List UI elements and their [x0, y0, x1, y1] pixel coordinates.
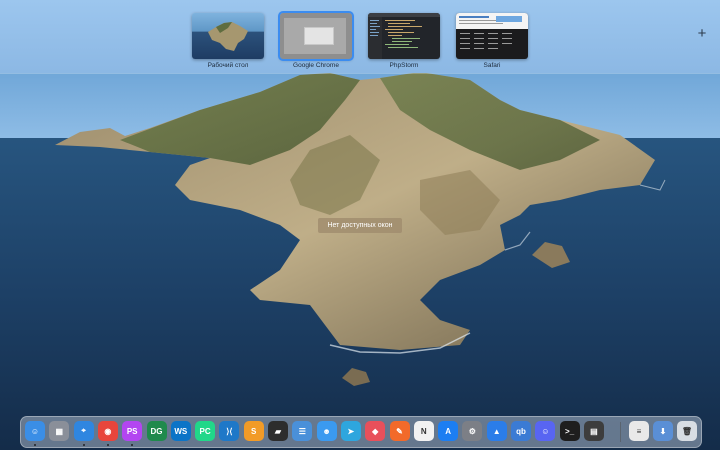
space-desktop-label: Рабочий стол	[207, 62, 249, 69]
space-desktop-thumbnail-art	[208, 22, 248, 51]
phpstorm-window-preview	[368, 13, 440, 59]
space-desktop[interactable]: Рабочий стол	[192, 13, 264, 69]
pycharm-icon[interactable]: PC	[195, 421, 216, 441]
discord-icon[interactable]: ☺	[535, 421, 556, 441]
space-phpstorm[interactable]: PhpStorm	[368, 13, 440, 69]
shortcuts-icon[interactable]: ◆	[365, 421, 386, 441]
terminal-icon[interactable]: >_	[559, 421, 580, 441]
testflight-icon[interactable]: ▲	[486, 421, 507, 441]
telegram-icon[interactable]: ➤	[340, 421, 361, 441]
mission-control-spaces-bar: Рабочий стол Google Chrome PhpStorm Safa…	[0, 0, 720, 73]
finder-icon[interactable]: ☺	[25, 421, 45, 441]
no-windows-message: Нет доступных окон	[318, 218, 402, 233]
space-phpstorm-thumbnail[interactable]	[368, 13, 440, 59]
space-google-chrome-thumbnail[interactable]	[278, 11, 354, 61]
space-safari-label: Safari	[483, 62, 501, 69]
calculator-icon[interactable]: ▤	[583, 421, 604, 441]
add-space-button[interactable]: +	[695, 26, 709, 41]
space-desktop-thumbnail[interactable]	[192, 13, 264, 59]
downloads-icon[interactable]: ⬇	[653, 421, 673, 441]
space-google-chrome-label: Google Chrome	[293, 62, 339, 69]
phpstorm-icon[interactable]: PS	[122, 421, 143, 441]
running-indicator	[82, 444, 85, 446]
system-preferences-icon[interactable]: ⚙	[462, 421, 483, 441]
chrome-dialog-preview	[304, 27, 334, 45]
datagrip-icon[interactable]: DG	[146, 421, 167, 441]
webstorm-icon[interactable]: WS	[170, 421, 191, 441]
running-indicator	[106, 444, 109, 446]
running-indicator	[34, 444, 36, 446]
sublime-icon[interactable]: S	[243, 421, 264, 441]
space-safari[interactable]: Safari	[456, 13, 528, 69]
dock: ☺ ▦ ⌖ ◉ PS DG WS PC ⟩⟨ S ▰ ☰ ☻ ➤ ◆ ✎ N A ⚙ ▲ qb ☺ >_ ▤ ≡ ⬇ 🗑	[20, 416, 702, 448]
dock-separator	[620, 422, 621, 442]
space-phpstorm-label: PhpStorm	[389, 62, 419, 69]
chrome-icon[interactable]: ◉	[97, 421, 118, 441]
app-store-icon[interactable]: A	[438, 421, 459, 441]
terminal-app-icon[interactable]: ▰	[268, 421, 288, 441]
qbittorrent-icon[interactable]: qb	[511, 421, 531, 441]
safari-icon[interactable]: ⌖	[73, 421, 94, 441]
database-icon[interactable]: ☰	[292, 421, 313, 441]
finder-duplicate-icon[interactable]: ☻	[316, 421, 337, 441]
notion-icon[interactable]: N	[413, 421, 434, 441]
launchpad-icon[interactable]: ▦	[49, 421, 70, 441]
safari-window-preview	[456, 13, 528, 49]
running-indicator	[131, 444, 134, 446]
document-icon[interactable]: ≡	[629, 421, 649, 441]
pencil-app-icon[interactable]: ✎	[389, 421, 410, 441]
trash-icon[interactable]: 🗑	[677, 421, 697, 441]
vscode-icon[interactable]: ⟩⟨	[219, 421, 240, 441]
space-safari-thumbnail[interactable]	[456, 13, 528, 59]
space-google-chrome[interactable]: Google Chrome	[278, 11, 354, 69]
